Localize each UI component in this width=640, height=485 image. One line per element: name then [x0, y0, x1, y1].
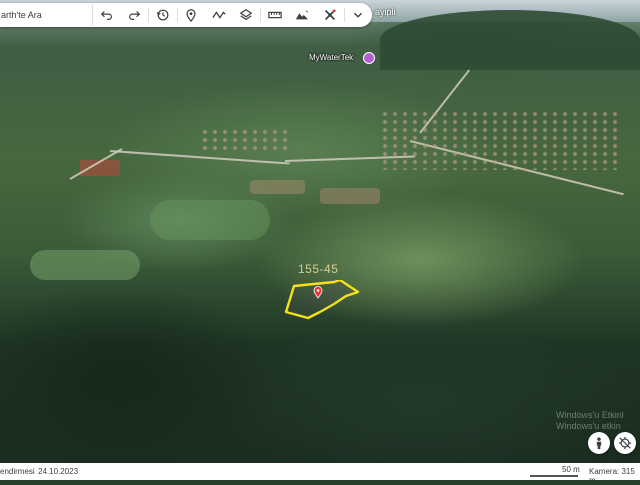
satellite-icon — [324, 9, 336, 20]
undo-icon — [100, 11, 112, 20]
my-location-button[interactable] — [614, 432, 636, 454]
hills — [380, 10, 640, 70]
pegman-icon — [596, 437, 602, 450]
watermark-line: Windows'u etkin — [556, 421, 621, 431]
undo-button[interactable] — [93, 4, 120, 26]
street-view-button[interactable] — [588, 432, 610, 454]
map-style-icon — [296, 10, 309, 20]
place-label-village[interactable]: ayipli — [375, 7, 396, 17]
satellite-button[interactable] — [316, 4, 343, 26]
chevron-down-icon — [354, 12, 363, 18]
pin-icon — [186, 9, 196, 22]
ruler-icon — [268, 11, 282, 19]
field — [250, 180, 305, 194]
toolbar: arth'te Ara — [0, 3, 372, 27]
watermark-line: Windows'u Etkinl — [556, 410, 624, 420]
draw-line-button[interactable] — [205, 4, 232, 26]
field — [150, 200, 270, 240]
redo-icon — [129, 11, 141, 20]
camera-altitude: Kamera: 315 m — [589, 467, 635, 485]
activation-watermark: Windows'u Etkinl Windows'u etkin — [556, 410, 624, 432]
parcel-label: 155-45 — [298, 262, 339, 276]
history-button[interactable] — [149, 4, 176, 26]
redo-button[interactable] — [121, 4, 148, 26]
add-placemark-button[interactable] — [178, 4, 205, 26]
field — [30, 250, 140, 280]
place-label[interactable]: MyWaterTek — [309, 53, 353, 62]
scale-label: 50 m — [562, 465, 580, 474]
more-button[interactable] — [345, 4, 372, 26]
map-style-button[interactable] — [289, 4, 316, 26]
imagery-date: 24.10.2023 — [38, 467, 79, 476]
path-icon — [212, 11, 226, 19]
place-pin-icon[interactable] — [363, 52, 375, 64]
village — [200, 128, 290, 150]
search-input[interactable]: arth'te Ara — [0, 4, 94, 26]
satellite-view[interactable] — [0, 0, 640, 463]
layers-button[interactable] — [233, 4, 260, 26]
status-bar: endirmesi 24.10.2023 50 m Kamera: 315 m — [0, 463, 640, 485]
layers-icon — [240, 9, 253, 21]
history-icon — [156, 9, 169, 21]
road — [109, 150, 290, 165]
village — [380, 110, 620, 170]
field — [320, 188, 380, 204]
scale-bar — [530, 475, 578, 477]
location-off-icon — [618, 436, 632, 450]
parcel-polygon[interactable] — [284, 280, 360, 320]
measure-button[interactable] — [261, 4, 288, 26]
data-attribution[interactable]: endirmesi — [0, 467, 35, 476]
